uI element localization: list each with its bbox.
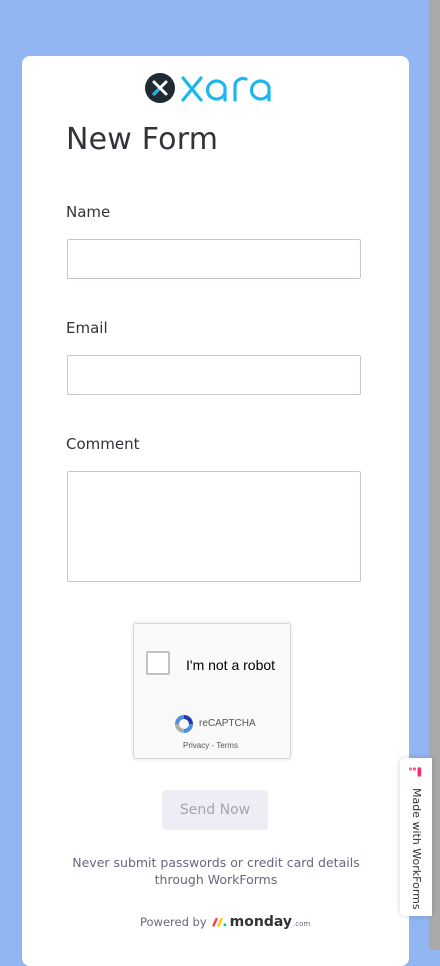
name-input[interactable] xyxy=(67,239,361,279)
form-card: New Form Name Email Comment I'm not a ro… xyxy=(22,56,409,966)
monday-logo-icon xyxy=(211,917,226,927)
send-now-button[interactable]: Send Now xyxy=(162,790,268,830)
email-label: Email xyxy=(66,319,108,337)
comment-textarea[interactable] xyxy=(67,471,361,582)
email-input[interactable] xyxy=(67,355,361,395)
name-label: Name xyxy=(66,203,111,221)
powered-by[interactable]: Powered by monday .com xyxy=(140,913,310,931)
workforms-logo-icon xyxy=(408,767,422,777)
comment-label: Comment xyxy=(66,435,140,453)
made-with-workforms-badge[interactable]: Made with WorkForms xyxy=(400,758,432,916)
recaptcha-label: I'm not a robot xyxy=(186,657,276,673)
powered-by-brand: monday xyxy=(229,914,292,930)
xara-x-icon xyxy=(145,73,175,103)
powered-by-prefix: Powered by xyxy=(140,915,207,929)
xara-wordmark xyxy=(181,76,271,102)
recaptcha-icon xyxy=(175,715,193,733)
recaptcha-widget: I'm not a robot reCAPTCHA Privacy - Term… xyxy=(133,623,291,759)
badge-text: Made with WorkForms xyxy=(410,788,423,910)
security-disclaimer: Never submit passwords or credit card de… xyxy=(72,855,360,887)
recaptcha-brand: reCAPTCHA xyxy=(199,718,256,729)
recaptcha-checkbox[interactable] xyxy=(146,651,170,675)
xara-logo xyxy=(144,71,285,105)
recaptcha-links[interactable]: Privacy - Terms xyxy=(183,741,238,750)
form-title: New Form xyxy=(66,122,219,157)
powered-by-suffix: .com xyxy=(293,920,311,928)
